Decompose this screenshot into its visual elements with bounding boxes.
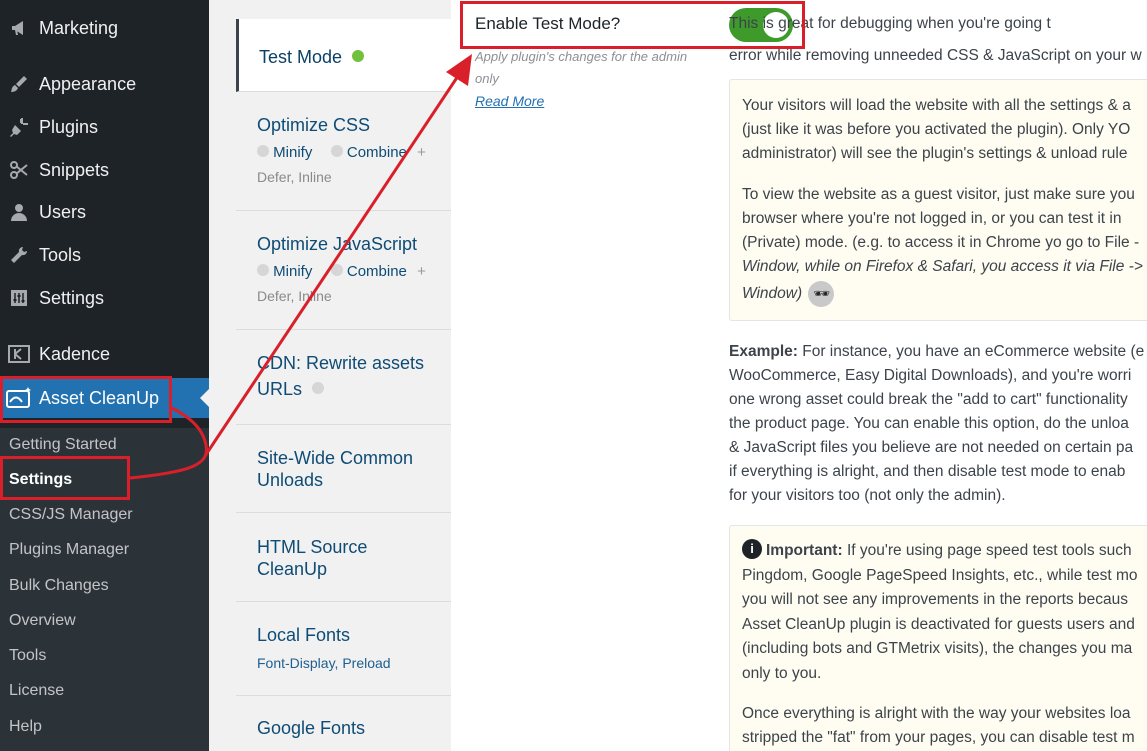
menu-plugins[interactable]: Plugins	[0, 107, 209, 147]
status-dot-inactive	[312, 382, 325, 395]
tab-optimize-js-label: Optimize JavaScript	[257, 234, 418, 254]
tab-optimize-css-label: Optimize CSS	[257, 115, 371, 135]
local-fonts-sub: Font-Display, Preload	[257, 655, 391, 671]
tab-site-wide-unloads[interactable]: Site-Wide Common Unloads	[236, 425, 451, 513]
submenu-bulk-changes[interactable]: Bulk Changes	[9, 574, 109, 598]
user-icon	[4, 200, 34, 224]
menu-appearance[interactable]: Appearance	[0, 64, 209, 104]
menu-settings[interactable]: Settings	[0, 278, 209, 318]
minify-label: Minify	[273, 144, 313, 161]
info-box-visitors: Your visitors will load the website with…	[729, 79, 1147, 321]
tab-cdn-label-1: CDN: Rewrite assets	[257, 353, 425, 373]
asset-cleanup-icon	[4, 386, 34, 410]
paintbrush-icon	[4, 72, 34, 96]
submenu-license[interactable]: License	[9, 679, 64, 703]
info-icon: i	[742, 538, 762, 559]
combine-label: Combine	[346, 263, 407, 280]
tab-test-mode[interactable]: Test Mode	[236, 19, 451, 92]
submenu-tools[interactable]: Tools	[9, 644, 46, 668]
test-mode-hint: Apply plugin's changes for the admin onl…	[475, 49, 688, 86]
wrench-icon	[4, 243, 34, 267]
tab-google-fonts-label: Google Fonts	[257, 718, 366, 738]
submenu-getting-started[interactable]: Getting Started	[9, 433, 117, 457]
tab-google-fonts[interactable]: Google Fonts	[236, 696, 451, 751]
status-dot-active	[352, 50, 365, 63]
incognito-icon: 🕶	[808, 281, 835, 307]
defer-inline-label: Defer, Inline	[257, 169, 332, 185]
tab-html-source-cleanup[interactable]: HTML Source CleanUp	[236, 513, 451, 602]
example-paragraph: Example: For instance, you have an eComm…	[729, 343, 1145, 504]
tab-html-label-2: CleanUp	[257, 559, 328, 579]
scissors-icon	[4, 158, 34, 182]
sliders-icon	[4, 286, 34, 310]
active-menu-notch	[200, 389, 209, 407]
asset-cleanup-submenu: Getting Started Settings CSS/JS Manager …	[0, 428, 209, 751]
submenu-settings[interactable]: Settings	[9, 468, 72, 492]
tab-cdn-label-2: URLs	[257, 379, 303, 399]
kadence-icon	[4, 342, 34, 366]
status-dot-inactive	[330, 264, 343, 277]
menu-snippets[interactable]: Snippets	[0, 150, 209, 190]
tab-test-mode-label: Test Mode	[259, 47, 343, 67]
important-box: i Important: If you're using page speed t…	[729, 525, 1147, 751]
submenu-plugins-manager[interactable]: Plugins Manager	[9, 538, 129, 562]
tab-sitewide-label-2: Unloads	[257, 470, 324, 490]
menu-users[interactable]: Users	[0, 192, 209, 232]
status-dot-inactive	[257, 264, 269, 277]
megaphone-icon	[4, 16, 34, 40]
read-more-link[interactable]: Read More	[475, 93, 544, 109]
plugin-icon	[4, 115, 34, 139]
submenu-help[interactable]: Help	[9, 715, 42, 739]
menu-tools[interactable]: Tools	[0, 235, 209, 275]
enable-test-mode-label: Enable Test Mode?	[475, 14, 621, 33]
status-dot-inactive	[330, 145, 343, 158]
menu-marketing[interactable]: Marketing	[0, 8, 209, 48]
menu-kadence[interactable]: Kadence	[0, 334, 209, 374]
tab-local-fonts-label: Local Fonts	[257, 625, 351, 645]
submenu-cssjs-manager[interactable]: CSS/JS Manager	[9, 503, 133, 527]
test-mode-description: This is great for debugging when you're …	[729, 15, 1142, 64]
minify-label: Minify	[273, 263, 313, 280]
combine-label: Combine	[346, 144, 407, 161]
tab-sitewide-label-1: Site-Wide Common	[257, 448, 414, 468]
status-dot-inactive	[257, 145, 269, 158]
defer-inline-label: Defer, Inline	[257, 288, 332, 304]
menu-asset-cleanup[interactable]: Asset CleanUp	[0, 378, 209, 418]
tab-cdn-rewrite[interactable]: CDN: Rewrite assets URLs	[236, 330, 451, 425]
admin-sidebar: Marketing Appearance Plugins Snippets Us…	[0, 0, 209, 751]
tab-html-label-1: HTML Source	[257, 537, 368, 557]
submenu-overview[interactable]: Overview	[9, 609, 76, 633]
tab-optimize-javascript[interactable]: Optimize JavaScript Minify Combine + Def…	[236, 211, 451, 330]
tab-local-fonts[interactable]: Local Fonts Font-Display, Preload	[236, 602, 451, 696]
settings-tabs: Test Mode Optimize CSS Minify Combine + …	[209, 0, 451, 751]
tab-optimize-css[interactable]: Optimize CSS Minify Combine + Defer, Inl…	[236, 92, 451, 211]
